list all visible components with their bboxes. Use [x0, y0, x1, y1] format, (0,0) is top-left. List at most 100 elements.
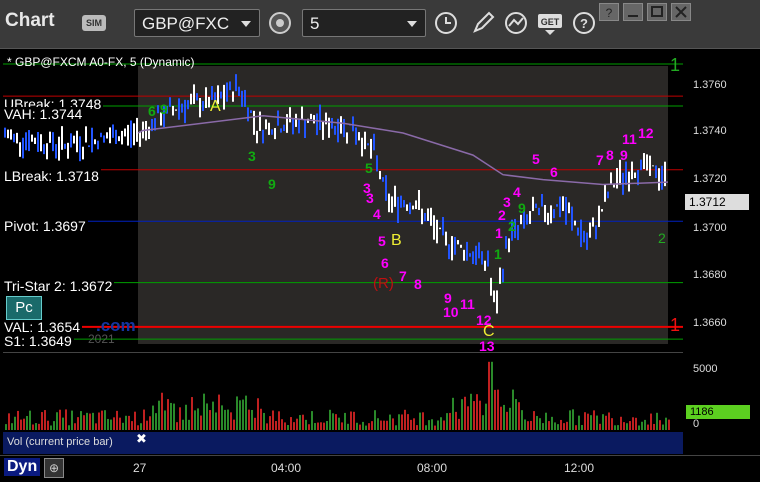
volume-bar — [494, 389, 496, 430]
volume-bar — [380, 420, 382, 430]
setup-count-marker: 3 — [248, 148, 256, 164]
volume-bar — [125, 415, 127, 430]
volume-bar — [518, 402, 520, 430]
window-maximize-button[interactable] — [647, 3, 667, 21]
setup-count-marker: 2 — [498, 207, 506, 223]
volume-bar — [245, 395, 247, 430]
volume-bar — [611, 418, 613, 430]
volume-panel[interactable] — [3, 352, 683, 430]
volume-bar — [596, 415, 598, 430]
volume-bar — [164, 410, 166, 430]
volume-bar — [581, 425, 583, 430]
help-icon[interactable]: ? — [571, 10, 597, 36]
volume-bar — [65, 409, 67, 430]
volume-bar — [158, 400, 160, 430]
volume-bar — [341, 422, 343, 430]
volume-bar — [386, 420, 388, 430]
window-close-button[interactable] — [671, 3, 691, 21]
volume-bar — [206, 403, 208, 430]
volume-bar — [188, 419, 190, 430]
price-axis[interactable]: 1.3760 1.3740 1.3720 1.3700 1.3680 1.366… — [683, 52, 760, 344]
volume-bar — [155, 413, 157, 430]
volume-bar — [623, 422, 625, 430]
volume-bar — [527, 421, 529, 430]
volume-bar — [257, 398, 259, 430]
volume-bar — [131, 421, 133, 430]
volume-bar — [383, 420, 385, 430]
volume-bar — [314, 423, 316, 430]
volume-bar — [653, 423, 655, 430]
volume-bar — [515, 399, 517, 430]
setup-count-marker: 9 — [620, 147, 628, 163]
chevron-down-icon[interactable] — [241, 21, 251, 27]
volume-bar — [545, 412, 547, 430]
count-right-top: 1 — [670, 55, 681, 75]
volume-bar — [365, 425, 367, 430]
price-chart[interactable] — [3, 52, 683, 344]
volume-bar — [434, 425, 436, 430]
volume-bar — [326, 421, 328, 430]
chevron-down-icon[interactable] — [407, 21, 417, 27]
price-axis-tick: 1.3700 — [693, 222, 727, 234]
last-volume-badge: 1186 — [686, 405, 750, 419]
volume-bar — [290, 417, 292, 430]
link-icon[interactable] — [267, 10, 293, 36]
volume-bar — [449, 412, 451, 430]
volume-bar — [209, 410, 211, 430]
setup-count-marker: 10 — [443, 304, 459, 320]
indicator-icon[interactable] — [503, 10, 529, 36]
volume-bar — [5, 424, 7, 430]
volume-chart[interactable] — [3, 353, 683, 430]
wave-label-a: A — [210, 98, 221, 115]
volume-bar — [524, 419, 526, 430]
count-right-bottom: 1 — [670, 315, 681, 335]
volume-bar — [203, 393, 205, 430]
volume-bar — [179, 407, 181, 430]
volume-bar — [608, 412, 610, 430]
pc-button[interactable]: Pc — [6, 296, 42, 320]
volume-bar — [29, 410, 31, 430]
volume-bar — [137, 425, 139, 430]
volume-bar — [281, 419, 283, 430]
watermark-year: 2021 — [88, 332, 115, 346]
volume-bar — [251, 409, 253, 430]
price-chart-panel[interactable] — [3, 52, 683, 344]
volume-axis[interactable]: 5000 0 1186 — [683, 352, 760, 430]
volume-bar — [497, 389, 499, 430]
interval-value: 5 — [310, 14, 320, 33]
volume-bar — [392, 418, 394, 430]
lock-icon[interactable]: ⊕ — [44, 458, 64, 478]
setup-count-marker: 3 — [363, 180, 371, 196]
volume-bar — [23, 418, 25, 430]
interval-combo[interactable]: 5 — [302, 9, 426, 37]
pencil-icon[interactable] — [470, 10, 496, 36]
symbol-description: * GBP@FXCM A0-FX, 5 (Dynamic) — [7, 55, 195, 69]
volume-bar — [476, 394, 478, 430]
volume-bar — [77, 417, 79, 430]
volume-bar — [632, 417, 634, 430]
volume-bar — [215, 412, 217, 430]
get-icon[interactable]: GET — [537, 10, 565, 36]
close-icon[interactable]: ✖ — [136, 431, 147, 447]
setup-count-marker: 9 — [518, 200, 526, 216]
dynamic-button[interactable]: Dyn — [4, 458, 41, 476]
volume-bar — [83, 415, 85, 430]
get-label: GET — [541, 17, 560, 27]
level-label-tristar: Tri-Star 2: 1.3672 — [2, 278, 115, 294]
volume-bar — [284, 422, 286, 430]
time-axis[interactable]: 27 04:00 08:00 12:00 — [0, 455, 760, 482]
window-help-button[interactable]: ? — [599, 3, 619, 21]
window-minimize-button[interactable] — [623, 3, 643, 21]
volume-bar — [506, 411, 508, 430]
volume-bar — [374, 410, 376, 430]
setup-count-marker: 4 — [513, 184, 521, 200]
volume-bar — [599, 423, 601, 430]
clock-icon[interactable] — [433, 10, 459, 36]
volume-bar — [557, 424, 559, 430]
symbol-combo[interactable]: GBP@FXC — [134, 9, 260, 37]
level-label-lbreak: LBreak: 1.3718 — [2, 168, 101, 184]
setup-count-marker: 11 — [622, 131, 637, 147]
volume-bar — [107, 418, 109, 430]
volume-bar — [275, 420, 277, 430]
level-label-vah: VAH: 1.3744 — [2, 106, 85, 122]
